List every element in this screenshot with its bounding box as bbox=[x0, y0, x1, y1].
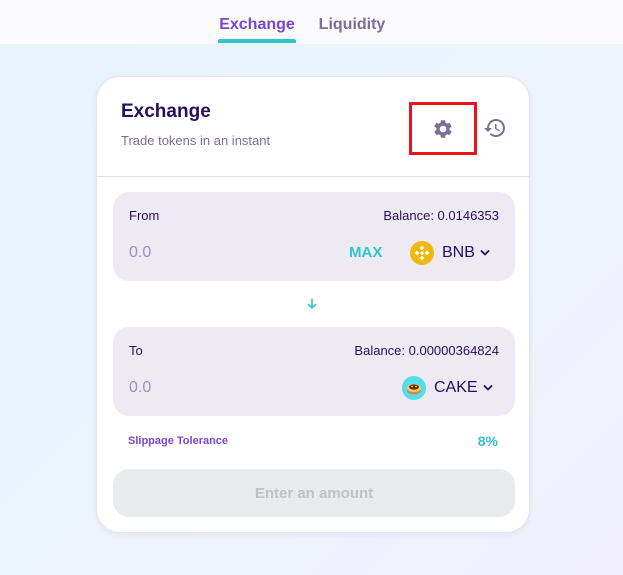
from-label: From bbox=[129, 208, 160, 223]
slippage-value[interactable]: 8% bbox=[478, 433, 498, 449]
top-nav: Exchange Liquidity bbox=[0, 0, 623, 44]
from-panel: From Balance: 0.0146353 MAX BNB bbox=[113, 192, 515, 281]
to-token-select[interactable]: CAKE bbox=[402, 374, 493, 402]
card-title: Exchange bbox=[121, 101, 211, 122]
swap-direction-button[interactable] bbox=[304, 296, 320, 312]
arrow-down-icon bbox=[307, 298, 317, 309]
to-label: To bbox=[129, 343, 143, 358]
max-button[interactable]: MAX bbox=[349, 244, 382, 261]
enter-amount-button[interactable]: Enter an amount bbox=[113, 469, 515, 517]
exchange-card: Exchange Trade tokens in an instant From… bbox=[96, 76, 530, 533]
chevron-down-icon bbox=[483, 385, 492, 391]
card-subtitle: Trade tokens in an instant bbox=[121, 133, 271, 148]
active-tab-indicator bbox=[218, 39, 296, 43]
to-panel: To Balance: 0.00000364824 CAKE bbox=[113, 327, 515, 416]
tab-liquidity[interactable]: Liquidity bbox=[316, 0, 388, 44]
to-balance: Balance: 0.00000364824 bbox=[354, 343, 499, 358]
from-amount-input[interactable] bbox=[129, 240, 279, 266]
tab-exchange[interactable]: Exchange bbox=[218, 0, 296, 44]
history-button[interactable] bbox=[481, 114, 509, 142]
from-token-name: BNB bbox=[442, 244, 475, 261]
bnb-icon bbox=[410, 241, 434, 265]
to-token-name: CAKE bbox=[434, 379, 478, 396]
gear-icon bbox=[434, 119, 452, 138]
from-balance: Balance: 0.0146353 bbox=[383, 208, 499, 223]
settings-button[interactable] bbox=[409, 102, 477, 155]
from-token-select[interactable]: BNB bbox=[410, 239, 490, 267]
history-icon bbox=[484, 119, 505, 137]
cake-icon bbox=[402, 376, 426, 400]
to-amount-input[interactable] bbox=[129, 375, 279, 401]
chevron-down-icon bbox=[480, 250, 490, 256]
card-divider bbox=[97, 176, 529, 177]
slippage-label: Slippage Tolerance bbox=[128, 435, 229, 447]
